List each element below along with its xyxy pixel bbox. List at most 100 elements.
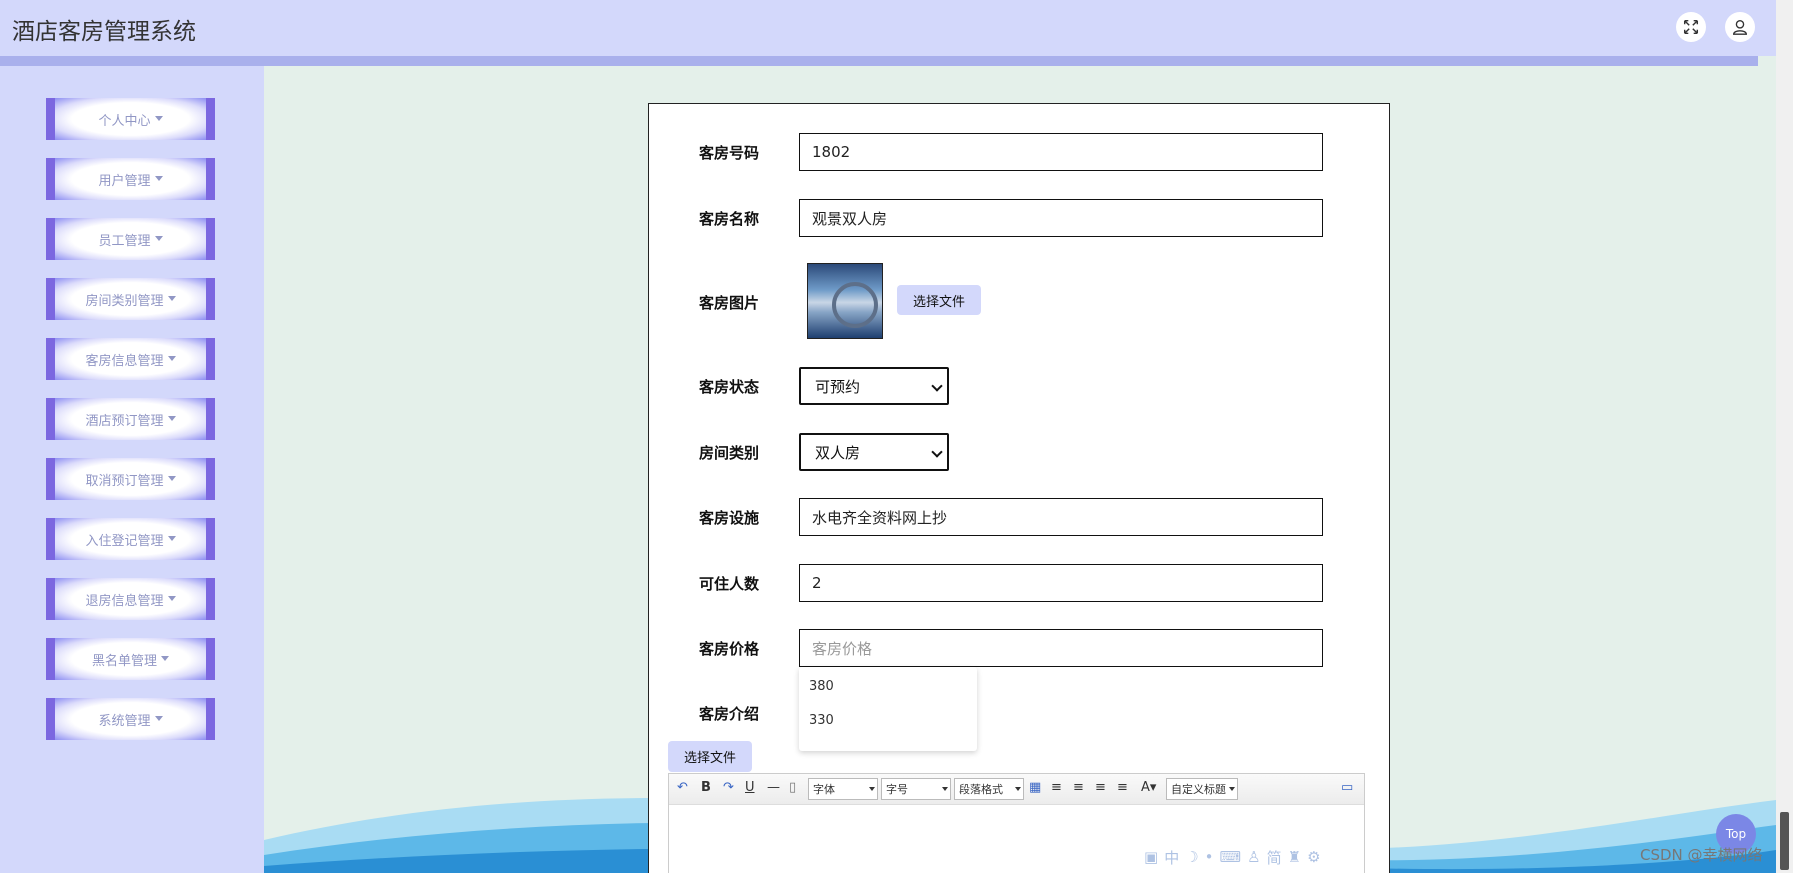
sidebar-item-user-management[interactable]: 用户管理 (46, 158, 215, 200)
room-name-input[interactable]: 观景双人房 (799, 199, 1323, 237)
sidebar-item-checkin-management[interactable]: 入住登记管理 (46, 518, 215, 560)
settings-gear-icon[interactable]: ⚙ (1307, 848, 1320, 866)
ime-toolbar: ▣ 中 ☽ • ⌨ ♙ 简 ♜ ⚙ (1144, 846, 1339, 868)
font-size-select[interactable]: 字号 (881, 778, 951, 800)
sidebar-item-system-management[interactable]: 系统管理 (46, 698, 215, 740)
room-type-label: 房间类别 (699, 444, 760, 462)
facilities-label: 客房设施 (699, 509, 760, 527)
bold-icon[interactable]: B (701, 780, 711, 795)
caret-down-icon (154, 715, 163, 721)
caret-down-icon (154, 235, 163, 241)
redo-icon[interactable]: ↷ (723, 780, 734, 795)
preview-icon[interactable]: ▭ (1341, 780, 1353, 795)
room-status-value: 可预约 (815, 377, 861, 396)
sidebar-item-blacklist-management[interactable]: 黑名单管理 (46, 638, 215, 680)
room-type-select[interactable]: 双人房 (799, 433, 949, 471)
moon-icon[interactable]: ☽ (1185, 848, 1198, 866)
sidebar-item-room-info-management[interactable]: 客房信息管理 (46, 338, 215, 380)
sidebar-item-label: 用户管理 (98, 173, 151, 189)
editor-toolbar: ↶ B ↷ U — ▯ 字体 字号 段落格式 ▦ ≡ ≡ ≡ ≡ A▾ 自定义标… (669, 774, 1364, 805)
intro-choose-file-button[interactable]: 选择文件 (668, 741, 753, 772)
sidebar-item-label: 房间类别管理 (85, 293, 164, 309)
price-label: 客房价格 (699, 640, 760, 658)
room-number-input[interactable]: 1802 (799, 133, 1323, 171)
ime-logo-icon[interactable]: ▣ (1144, 848, 1158, 866)
horizontal-rule-icon[interactable]: — (767, 780, 780, 795)
user-icon[interactable] (1725, 12, 1755, 42)
facilities-input[interactable]: 水电齐全资料网上抄 (799, 498, 1323, 536)
caret-down-icon (161, 655, 169, 661)
capacity-label: 可住人数 (699, 575, 760, 593)
align-justify-icon[interactable]: ≡ (1117, 780, 1128, 795)
price-suggestion-option[interactable]: 380 (809, 679, 834, 694)
header-strip (0, 56, 1758, 66)
font-family-value: 字体 (813, 783, 835, 796)
font-size-value: 字号 (886, 783, 908, 796)
align-center-icon[interactable]: ≡ (1095, 780, 1106, 795)
room-image-thumbnail (807, 263, 883, 339)
sidebar-item-label: 取消预订管理 (85, 473, 164, 489)
room-status-select[interactable]: 可预约 (799, 367, 949, 405)
sidebar-item-label: 酒店预订管理 (85, 413, 164, 429)
align-left-icon[interactable]: ≡ (1051, 780, 1062, 795)
room-form-card: 客房号码 1802 客房名称 观景双人房 客房图片 选择文件 客房状态 可预约 … (648, 103, 1390, 873)
sidebar-item-room-type-management[interactable]: 房间类别管理 (46, 278, 215, 320)
keyboard-icon[interactable]: ⌨ (1220, 848, 1242, 866)
underline-icon[interactable]: U (745, 780, 755, 795)
scrollbar-thumb[interactable] (1780, 812, 1789, 870)
caret-down-icon (167, 595, 176, 601)
sidebar-item-booking-management[interactable]: 酒店预订管理 (46, 398, 215, 440)
caret-down-icon (167, 295, 176, 301)
sidebar-item-label: 退房信息管理 (85, 593, 164, 609)
paragraph-format-value: 段落格式 (959, 783, 1003, 796)
person-icon[interactable]: ♙ (1247, 848, 1260, 866)
chevron-down-icon (931, 380, 943, 392)
font-color-icon[interactable]: A▾ (1141, 780, 1156, 795)
punctuation-icon[interactable]: • (1205, 848, 1214, 866)
rich-text-editor: ↶ B ↷ U — ▯ 字体 字号 段落格式 ▦ ≡ ≡ ≡ ≡ A▾ 自定义标… (668, 773, 1365, 873)
document-icon[interactable]: ▯ (789, 780, 796, 795)
align-right-icon[interactable]: ≡ (1073, 780, 1084, 795)
intro-label: 客房介绍 (699, 705, 760, 723)
sidebar-item-personal-center[interactable]: 个人中心 (46, 98, 215, 140)
page-scrollbar[interactable] (1776, 0, 1793, 873)
price-suggestion-option[interactable]: 330 (809, 713, 834, 728)
sidebar-item-label: 入住登记管理 (85, 533, 164, 549)
room-name-label: 客房名称 (699, 210, 760, 228)
sidebar-item-checkout-management[interactable]: 退房信息管理 (46, 578, 215, 620)
sidebar: 个人中心 用户管理 员工管理 房间类别管理 客房信息管理 酒店预订管理 取消预订… (0, 66, 264, 873)
custom-title-select[interactable]: 自定义标题 (1166, 778, 1238, 800)
custom-title-value: 自定义标题 (1171, 783, 1226, 796)
sidebar-item-label: 系统管理 (98, 713, 151, 729)
font-family-select[interactable]: 字体 (808, 778, 878, 800)
caret-down-icon (167, 535, 176, 541)
expand-icon[interactable] (1676, 12, 1706, 42)
room-status-label: 客房状态 (699, 378, 760, 396)
watermark: CSDN @幸横网络 (1640, 846, 1763, 864)
caret-down-icon (167, 355, 176, 361)
shirt-icon[interactable]: ♜ (1288, 848, 1301, 866)
app-header: 酒店客房管理系统 (0, 0, 1776, 56)
caret-down-icon (167, 475, 176, 481)
sidebar-item-label: 员工管理 (98, 233, 151, 249)
sidebar-item-cancel-booking-management[interactable]: 取消预订管理 (46, 458, 215, 500)
caret-down-icon (154, 175, 163, 181)
price-input[interactable]: 客房价格 (799, 629, 1323, 667)
sidebar-item-label: 客房信息管理 (85, 353, 164, 369)
room-image-choose-file-button[interactable]: 选择文件 (897, 285, 982, 315)
capacity-input[interactable]: 2 (799, 564, 1323, 602)
caret-down-icon (154, 115, 163, 121)
room-type-value: 双人房 (815, 443, 861, 462)
price-suggestions-dropdown: 380 330 (799, 667, 977, 751)
ime-language-toggle[interactable]: 中 (1164, 847, 1179, 868)
sidebar-item-staff-management[interactable]: 员工管理 (46, 218, 215, 260)
caret-down-icon (167, 415, 176, 421)
chevron-down-icon (931, 446, 943, 458)
paragraph-format-select[interactable]: 段落格式 (954, 778, 1024, 800)
ime-simplified-toggle[interactable]: 简 (1267, 847, 1282, 868)
undo-icon[interactable]: ↶ (677, 780, 688, 795)
room-image-label: 客房图片 (699, 294, 760, 312)
sidebar-item-label: 黑名单管理 (91, 653, 157, 669)
table-icon[interactable]: ▦ (1029, 780, 1041, 795)
room-number-label: 客房号码 (699, 144, 760, 162)
